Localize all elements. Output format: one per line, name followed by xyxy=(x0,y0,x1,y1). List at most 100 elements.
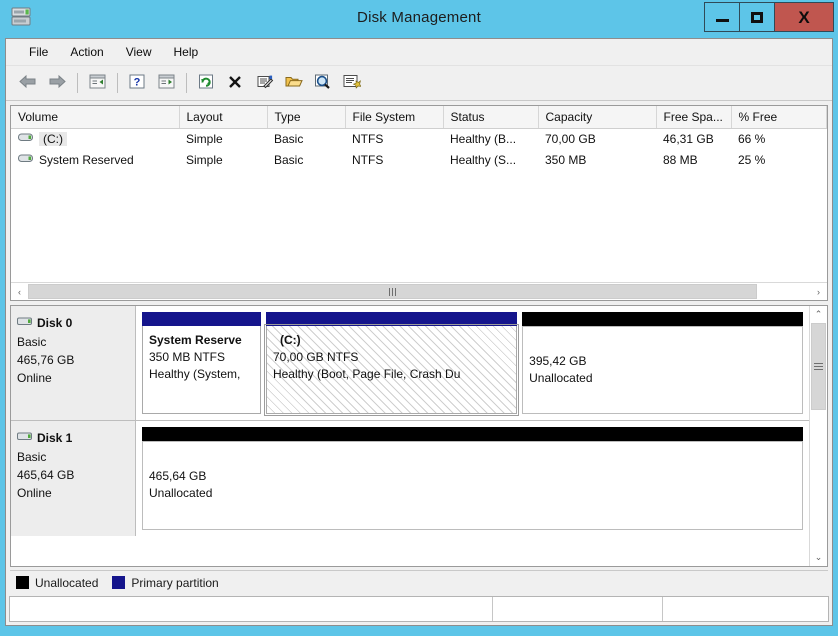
column-header-volume[interactable]: Volume xyxy=(11,106,180,129)
cell-free-space: 46,31 GB xyxy=(663,132,714,147)
disk-icon xyxy=(17,314,34,332)
delete-icon xyxy=(226,73,244,93)
column-header-layout[interactable]: Layout xyxy=(179,106,268,129)
disk-type: Basic xyxy=(17,450,47,464)
status-pane-2 xyxy=(493,597,663,621)
cell-file-system: NTFS xyxy=(352,153,384,167)
disk-info-disk-1[interactable]: Disk 1 Basic 465,64 GB Online xyxy=(11,421,136,536)
back-button[interactable] xyxy=(14,70,42,96)
volume-list-pane: Volume Layout Type File System Status Ca… xyxy=(10,105,828,301)
disk-pane-vertical-scrollbar[interactable]: ⌃ ⌄ xyxy=(809,306,827,566)
close-button[interactable]: X xyxy=(774,2,834,32)
cell-percent-free: 25 % xyxy=(738,153,766,167)
column-header-capacity[interactable]: Capacity xyxy=(538,106,657,129)
cell-volume[interactable]: (C:) xyxy=(11,129,179,150)
minimize-icon xyxy=(715,19,729,22)
disk-info-disk-0[interactable]: Disk 0 Basic 465,76 GB Online xyxy=(11,306,136,420)
cell-status: Healthy (S... xyxy=(450,153,517,167)
scroll-down-arrow-icon[interactable]: ⌄ xyxy=(810,549,827,566)
partition-status: Healthy (Boot, Page File, Crash Du xyxy=(272,367,461,381)
show-hide-action-pane-icon xyxy=(157,73,176,93)
horizontal-scroll-thumb[interactable] xyxy=(28,284,758,299)
menu-action[interactable]: Action xyxy=(59,42,114,62)
toolbar-separator xyxy=(186,73,187,93)
partition-unallocated-disk-1[interactable]: 465,64 GB Unallocated xyxy=(142,427,803,530)
disk-size: 465,76 GB xyxy=(17,353,75,367)
primary-partition-swatch-icon xyxy=(112,576,126,589)
disk-management-window: Disk Management X File Action View Help xyxy=(0,0,838,636)
open-folder-icon xyxy=(284,73,303,93)
forward-button[interactable] xyxy=(43,70,71,96)
column-header-percent-free[interactable]: % Free xyxy=(731,106,827,129)
cell-file-system: NTFS xyxy=(352,132,384,147)
toolbar: ? xyxy=(6,66,832,101)
disk-list: Disk 0 Basic 465,76 GB Online System Res… xyxy=(11,306,809,566)
column-header-file-system[interactable]: File System xyxy=(345,106,444,129)
legend-label: Primary partition xyxy=(131,575,219,590)
cell-status: Healthy (B... xyxy=(450,132,517,147)
table-row[interactable]: (C:) Simple Basic NTFS Healthy (B... 70,… xyxy=(11,129,827,150)
window-controls: X xyxy=(704,2,834,32)
cell-free-space: 88 MB xyxy=(663,153,698,167)
unallocated-swatch-icon xyxy=(16,576,29,589)
table-row[interactable]: System Reserved Simple Basic NTFS Health… xyxy=(11,150,827,171)
menu-help[interactable]: Help xyxy=(163,42,210,62)
partition-size-fs: 70,00 GB NTFS xyxy=(272,350,359,364)
open-folder-button[interactable] xyxy=(279,70,307,96)
partition-name: System Reserve xyxy=(149,333,242,347)
help-button[interactable]: ? xyxy=(123,70,151,96)
column-header-status[interactable]: Status xyxy=(443,106,539,129)
legend: Unallocated Primary partition xyxy=(10,570,828,594)
menu-view[interactable]: View xyxy=(115,42,163,62)
volume-drive-icon xyxy=(18,153,33,167)
properties-button[interactable] xyxy=(250,70,278,96)
disk-name: Disk 0 xyxy=(37,316,73,330)
disk-state: Online xyxy=(17,486,52,500)
column-header-free-space[interactable]: Free Spa... xyxy=(656,106,732,129)
refresh-button[interactable] xyxy=(192,70,220,96)
partition-unallocated-disk-0[interactable]: 395,42 GB Unallocated xyxy=(522,312,803,414)
search-button[interactable] xyxy=(308,70,336,96)
show-hide-console-tree-button[interactable] xyxy=(83,70,111,96)
client-area: File Action View Help ? Volume Layout Ty… xyxy=(5,38,833,626)
partition-details: 395,42 GB Unallocated xyxy=(522,326,803,414)
scroll-up-arrow-icon[interactable]: ⌃ xyxy=(810,306,827,323)
column-header-type[interactable]: Type xyxy=(267,106,346,129)
maximize-button[interactable] xyxy=(739,2,775,32)
properties-icon xyxy=(255,73,274,93)
menu-file[interactable]: File xyxy=(18,42,59,62)
partition-color-bar xyxy=(265,312,518,326)
volume-list-horizontal-scrollbar[interactable]: ‹ › xyxy=(11,282,827,300)
partition-details: (C:) 70,00 GB NTFS Healthy (Boot, Page F… xyxy=(263,324,520,416)
scroll-left-arrow-icon[interactable]: ‹ xyxy=(11,283,28,300)
cell-volume[interactable]: System Reserved xyxy=(11,150,179,171)
partition-system-reserved[interactable]: System Reserve 350 MB NTFS Healthy (Syst… xyxy=(142,312,261,414)
volume-table: Volume Layout Type File System Status Ca… xyxy=(11,106,827,171)
svg-text:?: ? xyxy=(134,77,141,89)
partition-size-fs: 350 MB NTFS xyxy=(149,350,226,364)
minimize-button[interactable] xyxy=(704,2,740,32)
partition-status: Unallocated xyxy=(529,371,593,385)
menu-bar: File Action View Help xyxy=(6,39,832,66)
disk-row: Disk 0 Basic 465,76 GB Online System Res… xyxy=(11,306,809,421)
disk-icon xyxy=(17,429,34,447)
disk-row: Disk 1 Basic 465,64 GB Online 465,64 GB … xyxy=(11,421,809,536)
cell-type: Basic xyxy=(274,153,304,167)
vertical-scroll-track[interactable] xyxy=(810,323,827,549)
show-hide-action-pane-button[interactable] xyxy=(152,70,180,96)
delete-button[interactable] xyxy=(221,70,249,96)
vertical-scroll-thumb[interactable] xyxy=(811,323,826,410)
cell-layout: Simple xyxy=(186,132,223,147)
toolbar-separator xyxy=(77,73,78,93)
rescan-disks-button[interactable] xyxy=(337,70,365,96)
volume-drive-icon xyxy=(18,132,33,146)
partition-name: (C:) xyxy=(279,333,301,347)
title-bar[interactable]: Disk Management X xyxy=(0,0,838,38)
scroll-right-arrow-icon[interactable]: › xyxy=(810,283,827,300)
horizontal-scroll-track[interactable] xyxy=(28,283,810,300)
maximize-icon xyxy=(751,11,763,23)
disk-graphical-pane: Disk 0 Basic 465,76 GB Online System Res… xyxy=(10,305,828,567)
disk-size: 465,64 GB xyxy=(17,468,75,482)
partition-c-drive[interactable]: (C:) 70,00 GB NTFS Healthy (Boot, Page F… xyxy=(263,312,520,416)
cell-percent-free: 66 % xyxy=(738,132,766,147)
